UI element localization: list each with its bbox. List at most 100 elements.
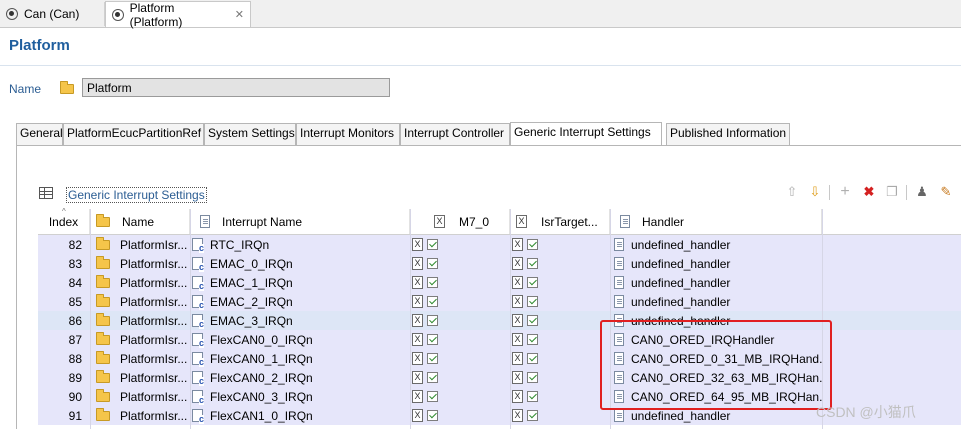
edit-pencil-icon[interactable]: ✎ bbox=[938, 184, 954, 200]
cell-isr-target[interactable]: X bbox=[512, 235, 610, 254]
folder-icon bbox=[96, 236, 110, 250]
folder-icon bbox=[96, 274, 110, 288]
cell-handler[interactable]: undefined_handler bbox=[612, 235, 822, 254]
cell-name[interactable]: PlatformIsr... bbox=[90, 349, 190, 368]
cell-name[interactable]: PlatformIsr... bbox=[90, 311, 190, 330]
cell-name[interactable]: PlatformIsr... bbox=[90, 292, 190, 311]
c-source-icon bbox=[192, 257, 204, 272]
add-icon[interactable]: + bbox=[837, 183, 853, 200]
cell-m7-0[interactable]: X bbox=[412, 311, 510, 330]
isr-target-checkbox[interactable] bbox=[527, 372, 538, 383]
boolean-icon: X bbox=[412, 333, 423, 346]
cell-m7-0[interactable]: X bbox=[412, 387, 510, 406]
tab-interrupt-controller[interactable]: Interrupt Controller bbox=[400, 123, 510, 145]
m7-0-checkbox[interactable] bbox=[427, 277, 438, 288]
cell-isr-target[interactable]: X bbox=[512, 273, 610, 292]
editor-tab-platform[interactable]: Platform (Platform) ✕ bbox=[105, 1, 251, 29]
cell-m7-0[interactable]: X bbox=[412, 330, 510, 349]
cell-interrupt-name[interactable]: FlexCAN1_0_IRQn bbox=[190, 406, 410, 425]
cell-name[interactable]: PlatformIsr... bbox=[90, 406, 190, 425]
isr-target-checkbox[interactable] bbox=[527, 277, 538, 288]
cell-handler[interactable]: undefined_handler bbox=[612, 273, 822, 292]
cell-handler[interactable]: undefined_handler bbox=[612, 254, 822, 273]
delete-icon[interactable]: ✖ bbox=[861, 184, 877, 200]
cell-interrupt-name[interactable]: EMAC_3_IRQn bbox=[190, 311, 410, 330]
cell-isr-target[interactable]: X bbox=[512, 387, 610, 406]
m7-0-checkbox[interactable] bbox=[427, 315, 438, 326]
cell-m7-0[interactable]: X bbox=[412, 235, 510, 254]
move-up-icon[interactable]: ⇧ bbox=[784, 184, 800, 200]
section-title[interactable]: Generic Interrupt Settings bbox=[66, 187, 207, 203]
cell-name[interactable]: PlatformIsr... bbox=[90, 330, 190, 349]
cell-interrupt-name[interactable]: EMAC_1_IRQn bbox=[190, 273, 410, 292]
watermark: CSDN @小猫爪 bbox=[816, 404, 916, 420]
name-field[interactable]: Platform bbox=[82, 78, 390, 97]
m7-0-checkbox[interactable] bbox=[427, 239, 438, 250]
cell-index: 91 bbox=[68, 408, 82, 423]
isr-target-checkbox[interactable] bbox=[527, 258, 538, 269]
isr-target-checkbox[interactable] bbox=[527, 410, 538, 421]
cell-interrupt-name[interactable]: FlexCAN0_1_IRQn bbox=[190, 349, 410, 368]
cell-m7-0[interactable]: X bbox=[412, 349, 510, 368]
cell-m7-0[interactable]: X bbox=[412, 273, 510, 292]
cell-interrupt-name[interactable]: FlexCAN0_2_IRQn bbox=[190, 368, 410, 387]
cell-isr-target[interactable]: X bbox=[512, 349, 610, 368]
user-settings-icon[interactable]: ♟ bbox=[914, 184, 930, 200]
move-down-icon[interactable]: ⇩ bbox=[807, 184, 823, 200]
m7-0-checkbox[interactable] bbox=[427, 372, 438, 383]
cell-isr-target[interactable]: X bbox=[512, 368, 610, 387]
close-icon[interactable]: ✕ bbox=[235, 8, 244, 21]
cell-interrupt-name[interactable]: EMAC_0_IRQn bbox=[190, 254, 410, 273]
cell-interrupt-name[interactable]: FlexCAN0_3_IRQn bbox=[190, 387, 410, 406]
cell-name[interactable]: PlatformIsr... bbox=[90, 387, 190, 406]
editor-tab-can[interactable]: Can (Can) bbox=[0, 2, 105, 26]
toolbar-separator bbox=[829, 185, 830, 200]
boolean-icon: X bbox=[412, 257, 423, 270]
cell-isr-target[interactable]: X bbox=[512, 330, 610, 349]
cell-m7-0[interactable]: X bbox=[412, 292, 510, 311]
tab-interrupt-monitors[interactable]: Interrupt Monitors bbox=[296, 123, 400, 145]
column-header-isr-target[interactable]: X IsrTarget... bbox=[510, 209, 610, 234]
tab-published-information[interactable]: Published Information bbox=[666, 123, 790, 145]
m7-0-checkbox[interactable] bbox=[427, 410, 438, 421]
cell-name[interactable]: PlatformIsr... bbox=[90, 254, 190, 273]
cell-isr-target[interactable]: X bbox=[512, 406, 610, 425]
column-header-handler[interactable]: Handler bbox=[610, 209, 822, 234]
cell-m7-0[interactable]: X bbox=[412, 406, 510, 425]
isr-target-checkbox[interactable] bbox=[527, 353, 538, 364]
cell-isr-target[interactable]: X bbox=[512, 311, 610, 330]
tab-system-settings[interactable]: System Settings bbox=[204, 123, 296, 145]
boolean-icon: X bbox=[512, 371, 523, 384]
isr-target-checkbox[interactable] bbox=[527, 334, 538, 345]
cell-name[interactable]: PlatformIsr... bbox=[90, 368, 190, 387]
cell-index: 82 bbox=[68, 237, 82, 252]
m7-0-checkbox[interactable] bbox=[427, 296, 438, 307]
cell-isr-target[interactable]: X bbox=[512, 292, 610, 311]
tab-generic-interrupt-settings[interactable]: Generic Interrupt Settings bbox=[510, 122, 662, 145]
m7-0-checkbox[interactable] bbox=[427, 391, 438, 402]
cell-name[interactable]: PlatformIsr... bbox=[90, 273, 190, 292]
m7-0-checkbox[interactable] bbox=[427, 258, 438, 269]
column-header-interrupt-name[interactable]: Interrupt Name bbox=[190, 209, 410, 234]
cell-interrupt-name[interactable]: FlexCAN0_0_IRQn bbox=[190, 330, 410, 349]
tab-general[interactable]: General bbox=[16, 123, 63, 145]
isr-target-checkbox[interactable] bbox=[527, 391, 538, 402]
cell-m7-0[interactable]: X bbox=[412, 368, 510, 387]
cell-name[interactable]: PlatformIsr... bbox=[90, 235, 190, 254]
cell-interrupt-name[interactable]: RTC_IRQn bbox=[190, 235, 410, 254]
cell-handler[interactable]: undefined_handler bbox=[612, 292, 822, 311]
isr-target-checkbox[interactable] bbox=[527, 239, 538, 250]
cell-interrupt-name[interactable]: EMAC_2_IRQn bbox=[190, 292, 410, 311]
cell-isr-target[interactable]: X bbox=[512, 254, 610, 273]
m7-0-checkbox[interactable] bbox=[427, 353, 438, 364]
isr-target-checkbox[interactable] bbox=[527, 315, 538, 326]
column-header-name[interactable]: Name bbox=[90, 209, 190, 234]
isr-target-checkbox[interactable] bbox=[527, 296, 538, 307]
editor-tab-label: Can (Can) bbox=[24, 7, 80, 21]
m7-0-checkbox[interactable] bbox=[427, 334, 438, 345]
tab-platform-ecuc-partition-ref[interactable]: PlatformEcucPartitionRef bbox=[63, 123, 204, 145]
column-header-m7-0[interactable]: X M7_0 bbox=[410, 209, 510, 234]
boolean-icon: X bbox=[512, 238, 523, 251]
copy-icon[interactable]: ❐ bbox=[884, 184, 900, 200]
cell-m7-0[interactable]: X bbox=[412, 254, 510, 273]
